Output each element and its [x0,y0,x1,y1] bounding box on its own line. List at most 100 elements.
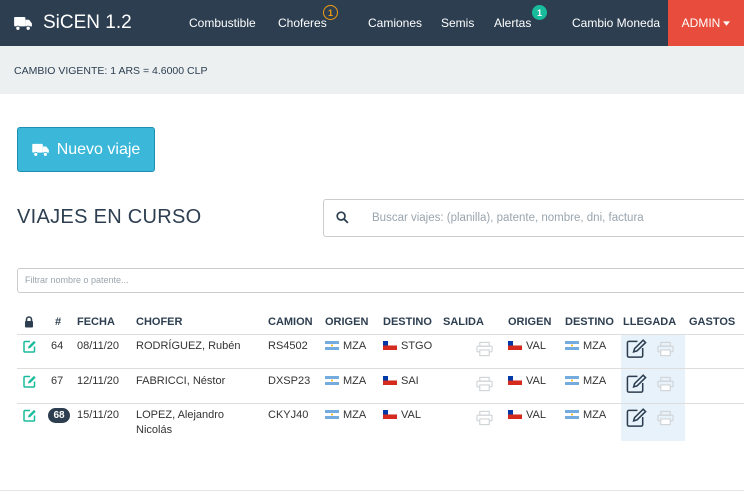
printer-icon[interactable] [476,376,493,392]
pen-square-icon[interactable] [626,374,647,394]
pen-square-icon[interactable] [626,408,647,428]
nav-label: Combustible [189,16,256,30]
return-origin-text: VAL [526,340,546,352]
return-origin: VAL [508,409,546,421]
nav-label: Choferes [278,16,327,30]
trip-id: 64 [51,340,64,352]
navbar: SiCEN 1.2 Combustible Choferes 1 Camione… [0,0,744,46]
edit-icon[interactable] [23,375,37,388]
nav-camiones[interactable]: Camiones [368,0,422,46]
return-destination: MZA [565,409,606,421]
flag-chile-icon [383,341,397,350]
return-destination-text: MZA [583,409,607,421]
lock-icon [25,316,33,328]
return-origin-text: VAL [526,409,546,421]
trip-truck: RS4502 [268,340,308,352]
new-trip-button[interactable]: Nuevo viaje [17,127,155,172]
trip-origin: MZA [325,340,366,352]
trip-driver: RODRÍGUEZ, Rubén [136,340,241,352]
nav-semis[interactable]: Semis [441,0,474,46]
search-placeholder: Buscar viajes: (planilla), patente, nomb… [372,212,644,224]
return-origin-text: VAL [526,375,546,387]
edit-icon[interactable] [23,409,37,422]
header-destino-2: DESTINO [565,316,614,328]
trip-id-badge: 68 [48,408,70,423]
header-fecha: FECHA [77,316,115,328]
printer-icon[interactable] [657,376,674,392]
trip-destination-text: SAI [401,375,419,387]
nav-choferes[interactable]: Choferes [278,0,327,46]
header-llegada: LLEGADA [623,316,677,328]
trip-date: 15/11/20 [77,409,120,421]
trip-origin-text: MZA [343,409,367,421]
flag-argentina-icon [565,341,579,350]
header-destino: DESTINO [383,316,432,328]
section-title: VIAJES EN CURSO [17,206,202,228]
brand-title: SiCEN 1.2 [43,12,132,33]
brand[interactable]: SiCEN 1.2 [14,0,132,46]
flag-argentina-icon [325,341,339,350]
flag-chile-icon [508,410,522,419]
choferes-badge: 1 [323,5,338,20]
flag-chile-icon [383,410,397,419]
trip-truck: DXSP23 [268,375,311,387]
nav-label: Alertas [494,16,532,30]
flag-argentina-icon [565,376,579,385]
nav-alertas[interactable]: Alertas [494,0,531,46]
return-destination: MZA [565,340,606,352]
header-chofer: CHOFER [136,316,183,328]
new-trip-label: Nuevo viaje [56,140,141,158]
search-icon [336,211,349,224]
search-input[interactable]: Buscar viajes: (planilla), patente, nomb… [323,199,744,237]
return-destination-text: MZA [583,375,607,387]
return-origin: VAL [508,340,546,352]
nav-label: Cambio Moneda [572,16,661,30]
trip-origin-text: MZA [343,375,367,387]
trip-destination: SAI [383,375,419,387]
trip-destination: VAL [383,409,421,421]
header-gastos: GASTOS [689,316,736,328]
table-divider [17,368,744,369]
trip-date: 08/11/20 [77,340,120,352]
nav-combustible[interactable]: Combustible [189,0,256,46]
header-origen: ORIGEN [325,316,369,328]
flag-argentina-icon [565,410,579,419]
trip-origin-text: MZA [343,340,367,352]
edit-icon[interactable] [23,340,37,353]
header-salida: SALIDA [443,316,484,328]
footer-divider [0,490,744,491]
pen-square-icon[interactable] [626,339,647,359]
table-divider [17,334,744,335]
filter-input[interactable]: Filtrar nombre o patente... [17,268,744,293]
truck-icon [31,143,49,157]
flag-chile-icon [508,341,522,350]
nav-label: Camiones [368,16,423,30]
return-origin: VAL [508,375,546,387]
printer-icon[interactable] [657,341,674,357]
trip-origin: MZA [325,375,366,387]
filter-placeholder: Filtrar nombre o patente... [25,275,129,285]
trip-destination: STGO [383,340,432,352]
printer-icon[interactable] [476,410,493,426]
nav-label: Semis [441,16,475,30]
truck-icon [14,16,32,31]
exchange-bar: CAMBIO VIGENTE: 1 ARS = 4.6000 CLP [0,46,744,94]
flag-argentina-icon [325,410,339,419]
trip-origin: MZA [325,409,366,421]
return-destination-text: MZA [583,340,607,352]
printer-icon[interactable] [657,410,674,426]
table-divider [17,403,744,404]
admin-label: ADMIN [681,16,721,30]
flag-chile-icon [508,376,522,385]
trip-driver: FABRICCI, Néstor [136,375,226,387]
alertas-badge: 1 [532,5,547,20]
printer-icon[interactable] [476,341,493,357]
nav-cambio-moneda[interactable]: Cambio Moneda [572,0,660,46]
return-destination: MZA [565,375,606,387]
admin-dropdown[interactable]: ADMIN [668,0,744,46]
flag-chile-icon [383,376,397,385]
trip-driver: LOPEZ, Alejandro Nicolás [136,409,225,436]
header-camion: CAMION [268,316,313,328]
exchange-rate-text: CAMBIO VIGENTE: 1 ARS = 4.6000 CLP [14,65,208,77]
trip-destination-text: STGO [401,340,433,352]
